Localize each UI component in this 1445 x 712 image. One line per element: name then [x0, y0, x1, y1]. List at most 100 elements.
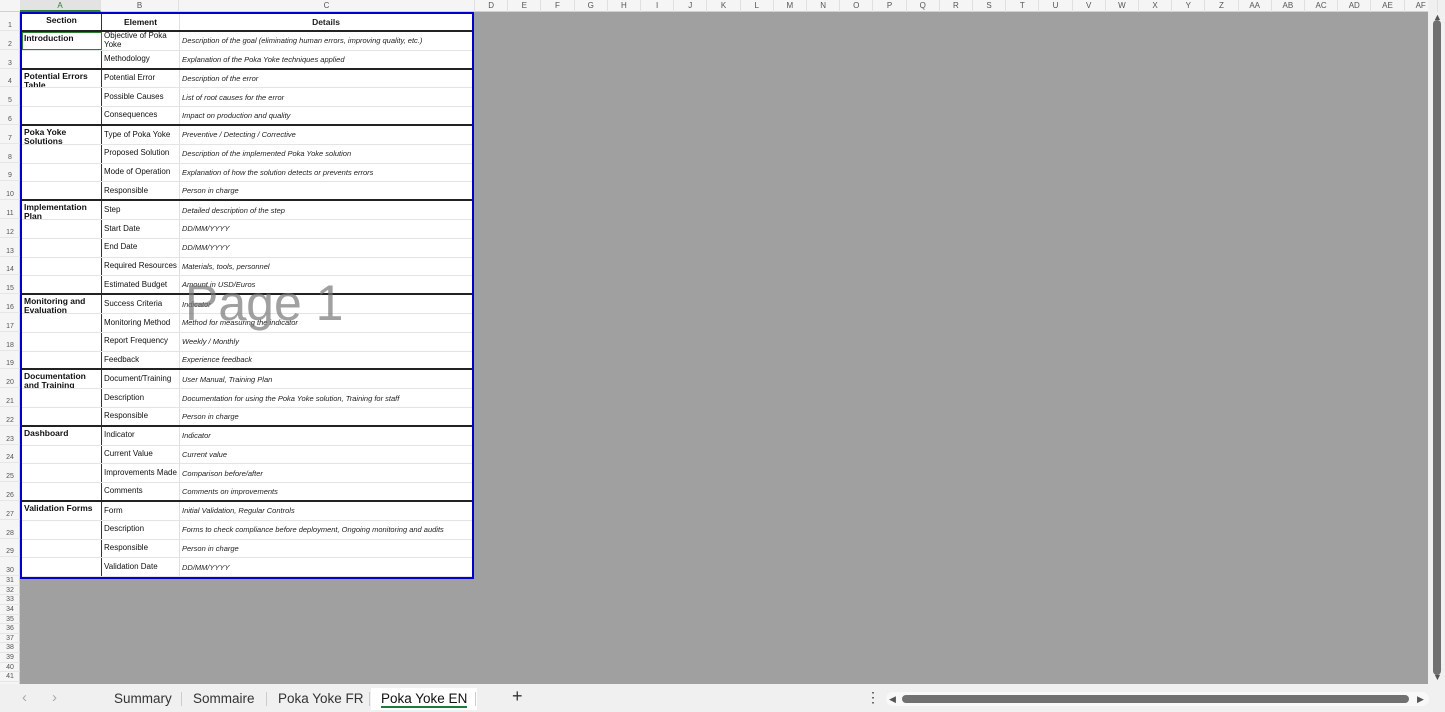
column-header[interactable]: W	[1106, 0, 1139, 12]
sheet-tab[interactable]: Poka Yoke FR	[268, 688, 374, 710]
cell-element[interactable]: Responsible	[102, 407, 180, 425]
row-header[interactable]: 11	[0, 200, 20, 219]
scroll-right-icon[interactable]: ▶	[1417, 694, 1424, 705]
cell-section[interactable]	[22, 389, 102, 407]
column-header[interactable]: D	[475, 0, 509, 12]
cell-section[interactable]	[22, 445, 102, 464]
cell-details[interactable]: Explanation of the Poka Yoke techniques …	[180, 51, 472, 68]
column-header[interactable]: J	[674, 0, 708, 12]
row-header[interactable]: 25	[0, 463, 20, 483]
cell-section[interactable]	[22, 558, 102, 577]
row-header[interactable]: 3	[0, 50, 20, 69]
column-header[interactable]: R	[940, 0, 973, 12]
cell-details[interactable]: Method for measuring the indicator	[180, 314, 472, 332]
column-header[interactable]: Z	[1205, 0, 1239, 12]
row-header[interactable]: 30	[0, 557, 20, 577]
cell-element[interactable]: Validation Date	[102, 558, 180, 577]
cell-section[interactable]	[22, 88, 102, 107]
column-header[interactable]: G	[575, 0, 608, 12]
row-header[interactable]: 4	[0, 69, 20, 88]
row-header[interactable]: 33	[0, 595, 20, 605]
cell-details[interactable]: Comments on improvements	[180, 483, 472, 500]
cell-section[interactable]	[22, 50, 102, 68]
row-header[interactable]: 8	[0, 144, 20, 163]
cell-section[interactable]	[22, 163, 102, 182]
header-section[interactable]: Section	[22, 14, 102, 30]
row-header[interactable]: 7	[0, 125, 20, 144]
row-header[interactable]: 37	[0, 634, 20, 644]
cell-element[interactable]: Feedback	[102, 351, 180, 369]
cell-section[interactable]: Monitoring and Evaluation	[22, 295, 102, 313]
cell-section[interactable]: Dashboard	[22, 426, 102, 445]
row-header[interactable]: 18	[0, 332, 20, 351]
cell-details[interactable]: DD/MM/YYYY	[180, 558, 472, 576]
scroll-down-icon[interactable]: ▼	[1433, 672, 1442, 682]
cell-details[interactable]: List of root causes for the error	[180, 88, 472, 106]
column-header[interactable]: AC	[1305, 0, 1339, 12]
cell-details[interactable]: DD/MM/YYYY	[180, 239, 472, 257]
sheet-tab[interactable]: Poka Yoke EN	[371, 688, 478, 710]
cell-details[interactable]: Person in charge	[180, 408, 472, 425]
cell-details[interactable]: Description of the implemented Poka Yoke…	[180, 145, 472, 163]
cell-details[interactable]: Initial Validation, Regular Controls	[180, 502, 472, 520]
cell-details[interactable]: Detailed description of the step	[180, 201, 472, 219]
cell-element[interactable]: Estimated Budget	[102, 276, 180, 294]
prev-sheet-icon[interactable]: ‹	[22, 689, 27, 706]
row-header[interactable]: 22	[0, 407, 20, 426]
cell-element[interactable]: Monitoring Method	[102, 313, 180, 332]
cell-element[interactable]: Required Resources	[102, 257, 180, 276]
row-header[interactable]: 1	[0, 12, 20, 31]
cell-element[interactable]: Proposed Solution	[102, 144, 180, 163]
next-sheet-icon[interactable]: ›	[52, 689, 57, 706]
row-header[interactable]: 31	[0, 576, 20, 586]
cell-section[interactable]: Introduction	[22, 32, 102, 50]
cell-section[interactable]: Potential Errors Table	[22, 69, 102, 88]
cell-details[interactable]: Forms to check compliance before deploym…	[180, 521, 472, 539]
row-header[interactable]: 5	[0, 87, 20, 107]
row-header[interactable]: 20	[0, 369, 20, 389]
cell-element[interactable]: Indicator	[102, 426, 180, 445]
column-header[interactable]: B	[101, 0, 179, 12]
cell-element[interactable]: Consequences	[102, 107, 180, 124]
cell-details[interactable]: Impact on production and quality	[180, 107, 472, 124]
column-header[interactable]: A	[20, 0, 101, 12]
cell-details[interactable]: Description of the error	[180, 70, 472, 88]
column-header[interactable]: F	[541, 0, 575, 12]
cell-details[interactable]: Weekly / Monthly	[180, 333, 472, 351]
row-header[interactable]: 13	[0, 238, 20, 257]
cell-element[interactable]: Success Criteria	[102, 295, 180, 313]
cell-element[interactable]: Improvements Made	[102, 464, 180, 483]
cell-section[interactable]	[22, 238, 102, 257]
cell-element[interactable]: Description	[102, 389, 180, 407]
sheet-tab[interactable]: Sommaire	[183, 688, 265, 710]
column-header[interactable]: T	[1006, 0, 1040, 12]
header-element[interactable]: Element	[102, 14, 180, 30]
sheet-tab[interactable]: Summary	[104, 688, 182, 710]
cell-element[interactable]: Responsible	[102, 182, 180, 200]
cell-section[interactable]	[22, 407, 102, 425]
cell-section[interactable]: Implementation Plan	[22, 201, 102, 219]
cell-details[interactable]: Person in charge	[180, 182, 472, 199]
cell-section[interactable]	[22, 464, 102, 483]
cell-element[interactable]: Responsible	[102, 539, 180, 558]
column-header[interactable]: O	[840, 0, 874, 12]
cell-section[interactable]	[22, 520, 102, 539]
column-header[interactable]: AA	[1239, 0, 1272, 12]
add-sheet-button[interactable]: +	[512, 686, 523, 707]
column-header[interactable]: M	[774, 0, 807, 12]
cell-element[interactable]: Type of Poka Yoke	[102, 125, 180, 144]
row-header[interactable]: 41	[0, 672, 20, 682]
row-header[interactable]: 40	[0, 663, 20, 673]
cell-section[interactable]	[22, 332, 102, 351]
column-header[interactable]: AF	[1405, 0, 1438, 12]
cell-details[interactable]: Person in charge	[180, 540, 472, 558]
vertical-scroll-thumb[interactable]	[1433, 20, 1441, 675]
scroll-left-icon[interactable]: ◀	[889, 694, 896, 705]
row-header[interactable]: 2	[0, 31, 20, 50]
column-header[interactable]: AE	[1371, 0, 1405, 12]
column-header[interactable]: N	[807, 0, 841, 12]
cell-section[interactable]: Poka Yoke Solutions	[22, 125, 102, 144]
column-header[interactable]: I	[641, 0, 675, 12]
cell-element[interactable]: Start Date	[102, 219, 180, 238]
more-options-icon[interactable]: ⋮	[866, 689, 880, 706]
